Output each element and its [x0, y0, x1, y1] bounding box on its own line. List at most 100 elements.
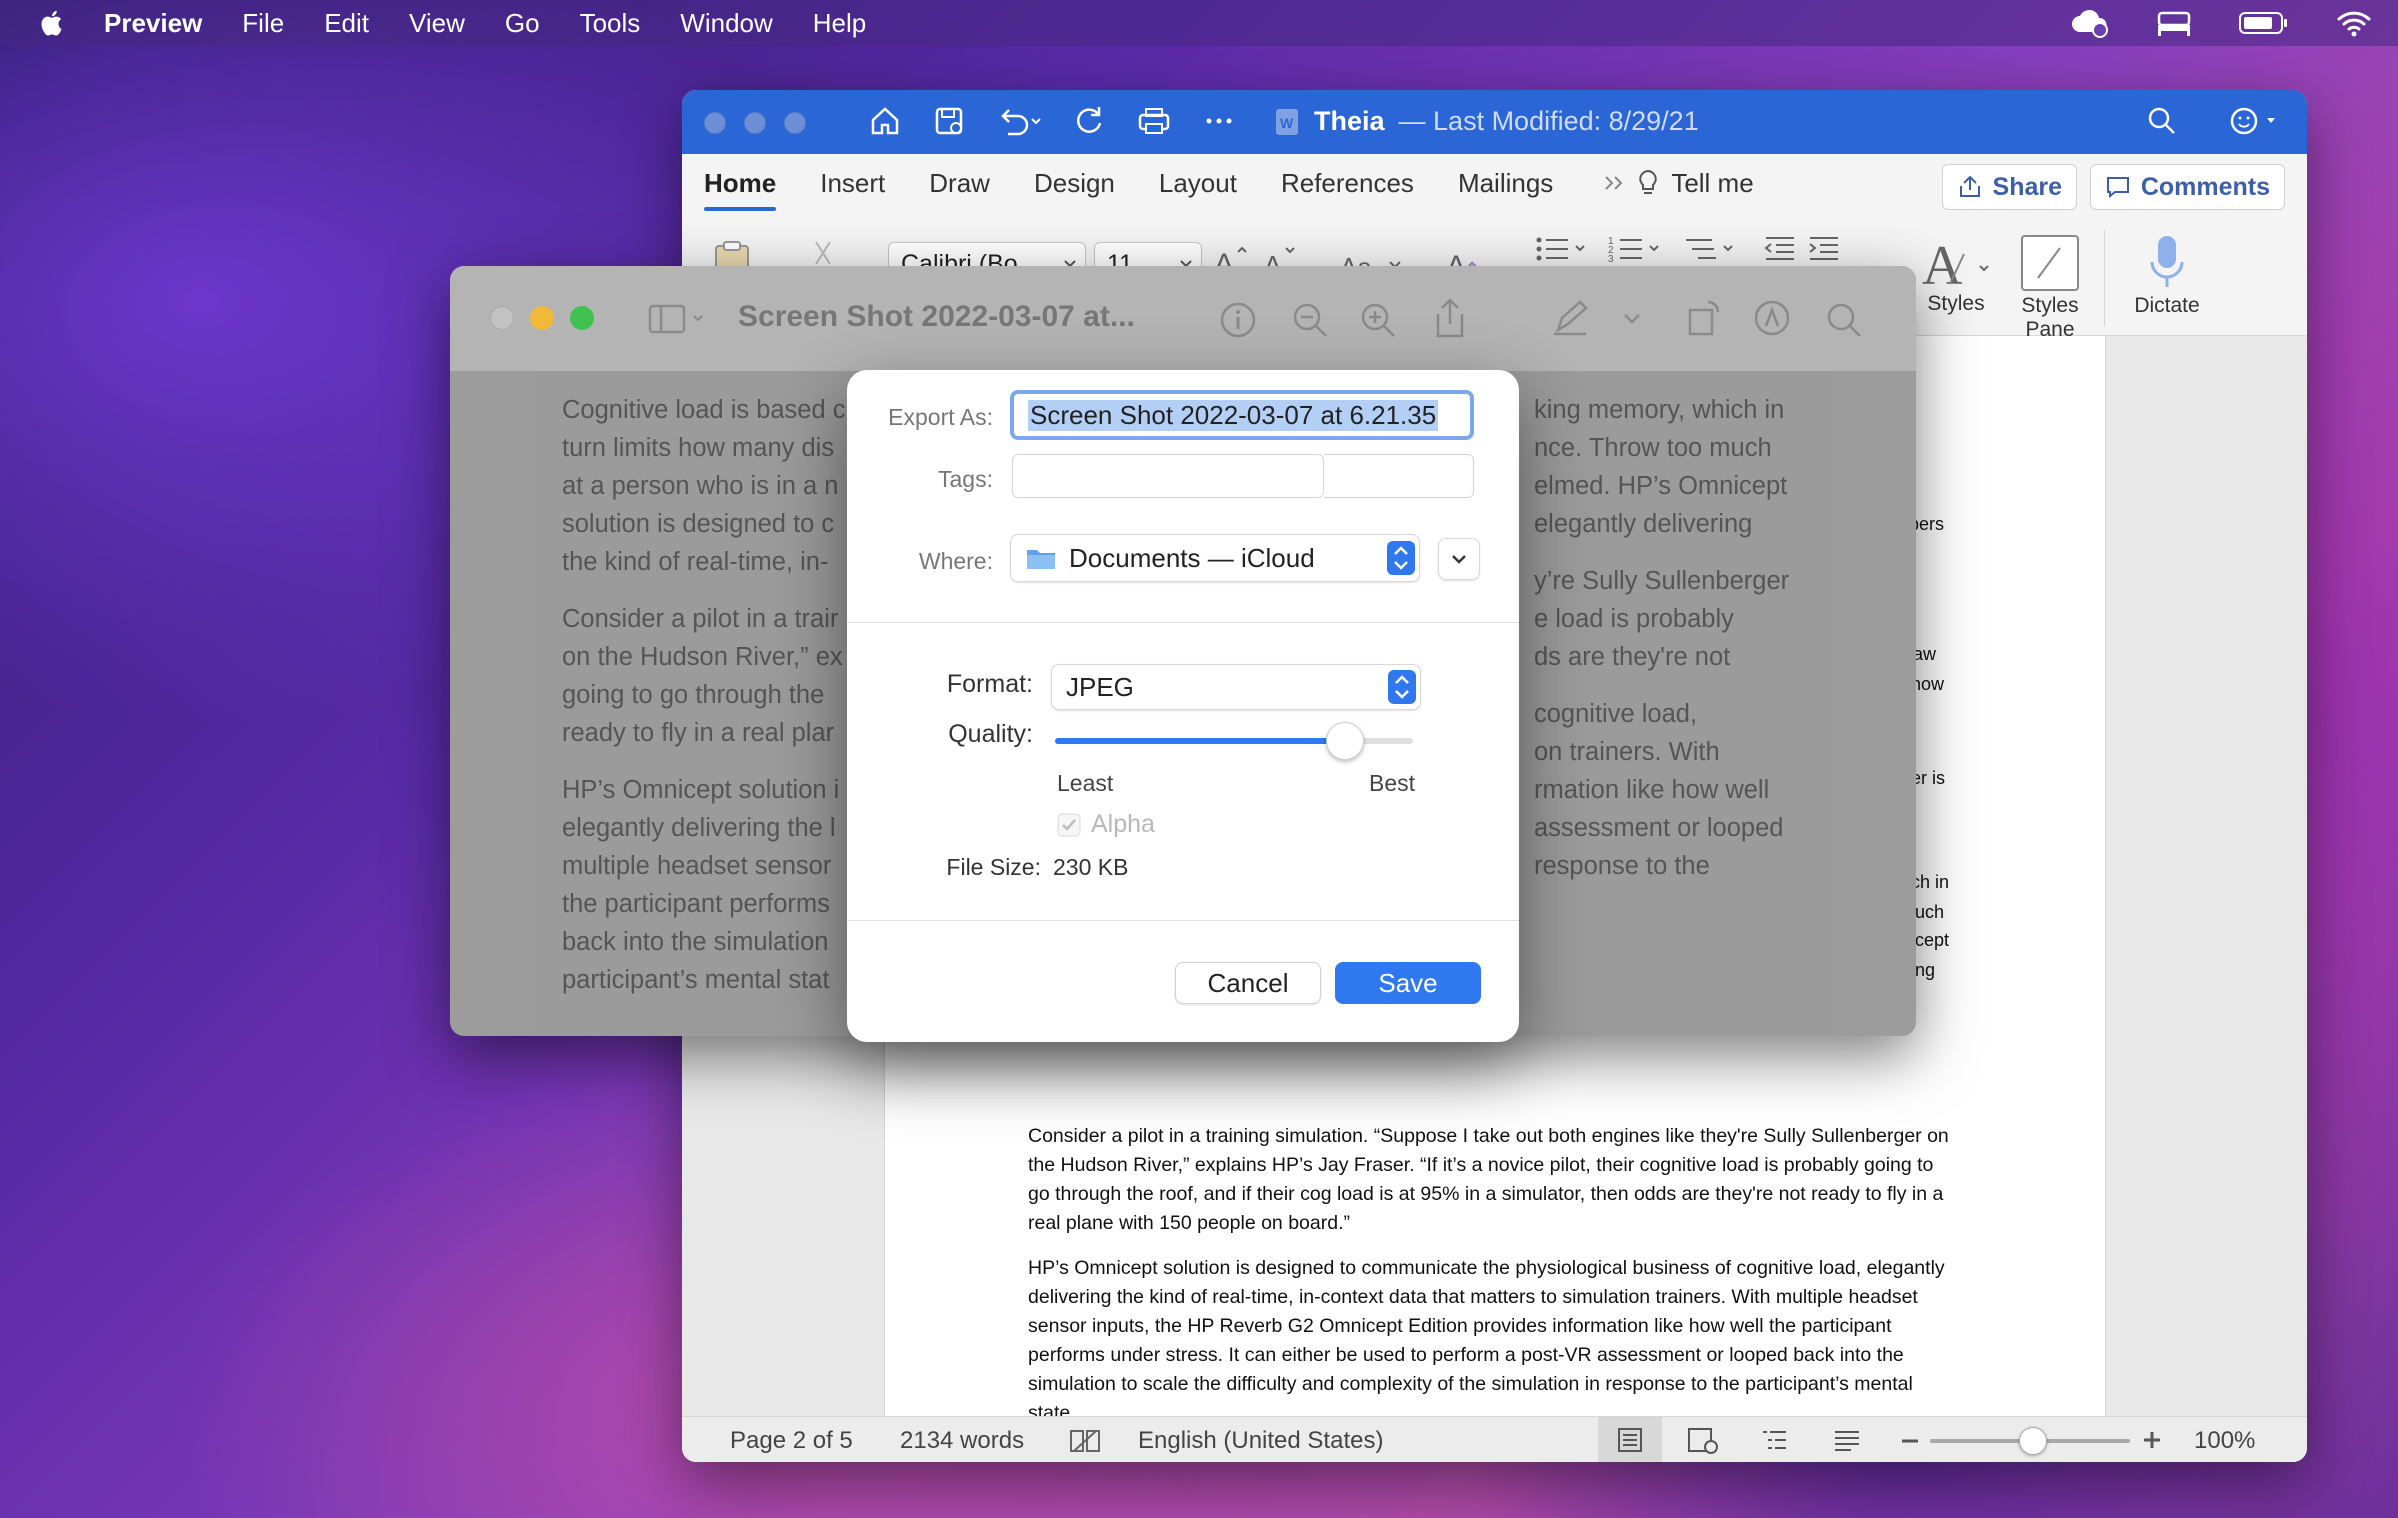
alpha-checkbox[interactable]: Alpha	[1057, 810, 1155, 839]
preview-close-button[interactable]	[490, 306, 514, 330]
tags-input-extension[interactable]	[1324, 454, 1474, 498]
page-count[interactable]: Page 2 of 5	[730, 1427, 853, 1455]
decrease-indent-icon[interactable]	[1762, 232, 1798, 266]
export-as-input[interactable]: Screen Shot 2022-03-07 at 6.21.35	[1010, 390, 1474, 440]
language[interactable]: English (United States)	[1138, 1427, 1383, 1455]
preview-zoom-button[interactable]	[570, 306, 594, 330]
document-paragraph: Consider a pilot in a training simulatio…	[1028, 1125, 1949, 1234]
undo-icon[interactable]	[996, 104, 1042, 138]
word-doc-icon: W	[1276, 108, 1298, 135]
menu-go[interactable]: Go	[505, 8, 540, 39]
web-layout-icon[interactable]	[1686, 1427, 1720, 1455]
file-size-label: File Size:	[946, 854, 1041, 880]
apple-icon[interactable]	[38, 8, 68, 38]
bullets-icon[interactable]	[1534, 232, 1594, 266]
preview-text-line: going to go through the	[562, 681, 825, 709]
zoom-level[interactable]: 100%	[2194, 1427, 2255, 1455]
save-icon[interactable]	[932, 104, 966, 138]
preview-text-line: cognitive load,	[1534, 700, 1698, 728]
zoom-in-icon[interactable]	[1358, 300, 1398, 340]
menu-tools[interactable]: Tools	[580, 8, 641, 39]
tab-home[interactable]: Home	[704, 168, 777, 211]
expand-dialog-button[interactable]	[1438, 538, 1480, 580]
text-fragment: uch	[1915, 902, 1945, 922]
dictate-button[interactable]: Dictate	[2122, 232, 2212, 318]
preview-text-line: Consider a pilot in a trair	[562, 605, 839, 633]
tab-mailings[interactable]: Mailings	[1458, 168, 1553, 199]
print-icon[interactable]	[1136, 104, 1172, 138]
info-icon[interactable]	[1218, 300, 1258, 340]
cut-icon[interactable]	[808, 238, 838, 268]
word-close-button[interactable]	[704, 112, 726, 134]
word-zoom-button[interactable]	[784, 112, 806, 134]
text-fragment: er is	[1911, 768, 1946, 788]
quality-slider-knob[interactable]	[1325, 722, 1364, 760]
menu-view[interactable]: View	[409, 8, 465, 39]
search-icon[interactable]	[1824, 300, 1864, 340]
wifi-icon[interactable]	[2336, 9, 2372, 37]
search-icon[interactable]	[2145, 104, 2179, 138]
share-icon[interactable]	[1430, 296, 1470, 340]
svg-text:3: 3	[1608, 254, 1614, 265]
tab-layout[interactable]: Layout	[1159, 168, 1237, 199]
tags-input[interactable]	[1012, 454, 1324, 498]
menu-edit[interactable]: Edit	[324, 8, 369, 39]
comment-icon	[2106, 177, 2129, 199]
zoom-out-icon[interactable]	[1900, 1433, 1920, 1449]
tab-references[interactable]: References	[1281, 168, 1414, 199]
chevron-double-right-icon[interactable]	[1603, 173, 1625, 193]
preview-minimize-button[interactable]	[530, 306, 554, 330]
styles-pane-icon	[2021, 235, 2079, 291]
menu-app-preview[interactable]: Preview	[104, 8, 202, 39]
menu-help[interactable]: Help	[813, 8, 866, 39]
share-button[interactable]: Share	[1941, 164, 2077, 210]
menu-file[interactable]: File	[242, 8, 284, 39]
markup-toolbar-icon[interactable]	[1752, 298, 1792, 338]
preview-text-line: response to the	[1534, 852, 1710, 880]
increase-indent-icon[interactable]	[1806, 232, 1842, 266]
save-button[interactable]: Save	[1335, 962, 1481, 1004]
draft-icon[interactable]	[1832, 1427, 1862, 1455]
tab-insert[interactable]: Insert	[820, 168, 885, 199]
sleep-bed-icon[interactable]	[2156, 9, 2192, 37]
tab-design[interactable]: Design	[1034, 168, 1115, 199]
tab-draw[interactable]: Draw	[929, 168, 990, 199]
cancel-button[interactable]: Cancel	[1175, 962, 1321, 1004]
menu-window[interactable]: Window	[680, 8, 772, 39]
preview-text-line: nce. Throw too much	[1534, 434, 1772, 462]
format-label: Format:	[946, 670, 1033, 698]
word-minimize-button[interactable]	[744, 112, 766, 134]
format-popup[interactable]: JPEG	[1051, 664, 1421, 710]
zoom-slider-knob[interactable]	[2019, 1427, 2047, 1455]
proofing-icon[interactable]	[1068, 1427, 1102, 1455]
comments-label: Comments	[2140, 172, 2270, 201]
styles-pane-button[interactable]: Styles Pane	[2008, 232, 2092, 342]
comments-button[interactable]: Comments	[2089, 164, 2285, 210]
styles-button[interactable]: A Styles	[1912, 232, 2000, 316]
preview-text-line: the participant performs	[562, 890, 830, 918]
svg-text:W: W	[1280, 115, 1294, 131]
home-icon[interactable]	[868, 104, 902, 138]
icloud-sync-icon[interactable]	[2070, 8, 2110, 38]
folder-icon	[1027, 550, 1055, 569]
word-count[interactable]: 2134 words	[900, 1427, 1024, 1455]
zoom-out-icon[interactable]	[1290, 300, 1330, 340]
preview-text-line: participant’s mental stat	[562, 966, 830, 994]
chevron-down-icon[interactable]	[1622, 312, 1642, 326]
outline-icon[interactable]	[1760, 1427, 1790, 1455]
multilevel-list-icon[interactable]	[1682, 232, 1742, 266]
redo-icon[interactable]	[1072, 104, 1106, 138]
tags-label: Tags:	[938, 466, 993, 492]
numbering-icon[interactable]: 123	[1608, 232, 1668, 266]
sidebar-toggle-icon[interactable]	[646, 302, 710, 336]
more-icon[interactable]	[1202, 104, 1236, 138]
battery-icon[interactable]	[2238, 10, 2290, 36]
zoom-in-icon[interactable]	[2142, 1429, 2162, 1451]
where-popup[interactable]: Documents — iCloud	[1010, 534, 1420, 582]
smiley-feedback-icon[interactable]	[2229, 104, 2279, 138]
rotate-icon[interactable]	[1684, 298, 1724, 338]
tell-me[interactable]: Tell me	[1603, 168, 1754, 199]
markup-pen-icon[interactable]	[1550, 298, 1590, 338]
print-layout-icon[interactable]	[1616, 1427, 1644, 1453]
preview-text-line: rmation like how well	[1534, 776, 1770, 804]
